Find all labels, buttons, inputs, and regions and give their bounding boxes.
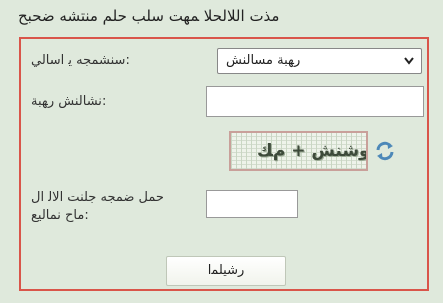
captcha-answer-input[interactable] bbox=[206, 190, 298, 218]
type-select[interactable]: ﺭﻬﺒﺔ ﻣﺴﺎﻟﻨﺶ bbox=[217, 48, 422, 74]
form-panel: ﺳﻨﺸﻤﺠﻪ ﻳ ﺍﺳﺎﻟﻲ: ﺭﻬﺒﺔ ﻣﺴﺎﻟﻨﺶ ﻧﺸﺎﻟﻨﺶ ﺭﻬﺒﺔ:… bbox=[19, 37, 429, 291]
captcha-label-line2: ﻣﺎﺡ ﻧﻤﺎﻟﻴﻊ: bbox=[31, 208, 89, 223]
chevron-down-icon bbox=[403, 49, 415, 81]
type-select-value: ﺭﻬﺒﺔ ﻣﺴﺎﻟﻨﺶ bbox=[226, 53, 301, 68]
submit-button[interactable]: ﺭﺷﻴﻠﻤﺍ bbox=[166, 256, 286, 286]
refresh-icon[interactable] bbox=[373, 139, 397, 163]
page-title: ﻣﺬﺕ ﺍﻟﻼﻟﺤﻼ ﻤﻬﺖ ﺳﻠﺐ ﺣﻠﻢ ﻣﻨﺘﺸﻪ ﺿﺤﺒﺢ bbox=[18, 7, 280, 25]
number-label: ﻧﺸﺎﻟﻨﺶ ﺭﻬﺒﺔ: bbox=[31, 94, 107, 109]
number-input[interactable] bbox=[206, 86, 424, 117]
captcha-label-line1: ﺣﻤﻞ ﺿﻤﺠﻪ ﺟﻠﻨﺖ ﺍﻟﺎﻟ ﺍﻝ bbox=[31, 190, 164, 205]
captcha-text: ﺭﻭﺷﻨﺶ + ﻡﻚ bbox=[257, 141, 368, 161]
captcha-image: ﺭﻭﺷﻨﺶ + ﻡﻚ bbox=[229, 131, 368, 171]
type-label: ﺳﻨﺸﻤﺠﻪ ﻳ ﺍﺳﺎﻟﻲ: bbox=[31, 53, 130, 68]
